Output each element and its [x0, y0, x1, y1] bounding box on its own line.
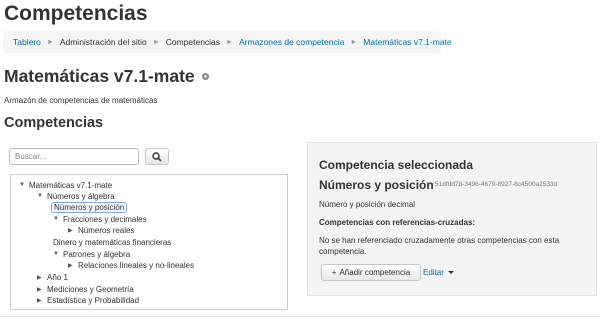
plus-icon: + [331, 268, 337, 277]
tree-node-ano-1[interactable]: ▶ Año 1 [37, 272, 68, 282]
add-competency-button[interactable]: + Añadir competencia [321, 264, 421, 281]
breadcrumb-separator: ► [350, 38, 358, 46]
panel-heading: Competencia seleccionada [319, 158, 474, 172]
competency-tree: ▼ Matemáticas v7.1-mate ▼ Números y álge… [10, 174, 288, 310]
expand-arrow-icon[interactable]: ▶ [37, 274, 47, 281]
expand-arrow-icon[interactable]: ▶ [68, 227, 78, 234]
tree-node-label: Estadística y Probabilidad [47, 295, 140, 305]
tree-node-label: Fracciones y decimales [63, 214, 147, 224]
competency-name: Números y posición [319, 178, 434, 192]
breadcrumb-item-tablero[interactable]: Tablero [13, 37, 41, 47]
selected-competency-panel: Competencia seleccionada Números y posic… [307, 142, 597, 296]
gear-icon[interactable] [201, 73, 209, 80]
tree-node-label: Mediciones y Geometría [47, 284, 134, 294]
collapse-arrow-icon[interactable]: ▼ [19, 182, 29, 188]
competencies-section-title: Competencias [4, 115, 104, 131]
tree-node-label: Matemáticas v7.1-mate [29, 180, 113, 190]
framework-title: Matemáticas v7.1-mate [4, 66, 209, 87]
tree-node-relaciones[interactable]: ▶ Relaciones lineales y no-lineales [68, 260, 194, 270]
search-button[interactable] [145, 148, 169, 165]
collapse-arrow-icon[interactable]: ▼ [53, 216, 63, 222]
tree-node-numeros-posicion[interactable]: Números y posición [51, 201, 128, 213]
edit-menu-label: Editar [423, 268, 444, 277]
breadcrumb-item-frameworks[interactable]: Armazones de competencia [239, 37, 344, 47]
framework-title-text: Matemáticas v7.1-mate [4, 66, 195, 86]
framework-description: Armazón de competencias de matemáticas [4, 96, 158, 105]
page-heading: Competencias [4, 2, 148, 25]
expand-arrow-icon[interactable]: ▶ [37, 297, 47, 304]
breadcrumb: Tablero ► Administración del sitio ► Com… [3, 31, 452, 53]
search-icon [152, 151, 162, 162]
tree-node-framework[interactable]: ▼ Matemáticas v7.1-mate [19, 180, 112, 190]
tree-node-label: Año 1 [47, 272, 68, 282]
tree-node-label: Patrones y álgebra [63, 249, 131, 259]
cross-references-heading: Competencias con referencias-cruzadas: [319, 218, 476, 227]
tree-node-label: Dinero y matemáticas financieras [53, 237, 172, 247]
tree-node-label: Relaciones lineales y no-lineales [78, 260, 195, 270]
breadcrumb-item-framework[interactable]: Matemáticas v7.1-mate [363, 37, 451, 47]
expand-arrow-icon[interactable]: ▶ [68, 262, 78, 269]
divider [0, 316, 600, 317]
breadcrumb-separator: ► [226, 38, 233, 46]
collapse-arrow-icon[interactable]: ▼ [37, 193, 47, 199]
collapse-arrow-icon[interactable]: ▼ [53, 251, 63, 257]
tree-node-dinero[interactable]: Dinero y matemáticas financieras [53, 237, 171, 247]
caret-down-icon [447, 271, 454, 274]
tree-node-estadistica[interactable]: ▶ Estadística y Probabilidad [37, 295, 139, 305]
cross-references-text: No se han referenciado cruzadamente otra… [319, 236, 560, 256]
tree-node-label: Números reales [78, 225, 135, 235]
tree-node-patrones-algebra[interactable]: ▼ Patrones y álgebra [53, 249, 130, 259]
breadcrumb-item-competencies: Competencias [165, 37, 221, 47]
tree-node-fracciones-decimales[interactable]: ▼ Fracciones y decimales [53, 214, 147, 224]
tree-node-numeros-reales[interactable]: ▶ Números reales [68, 225, 134, 235]
tree-node-label: Números y posición [51, 201, 128, 213]
search-input[interactable] [9, 148, 139, 165]
add-competency-label: Añadir competencia [339, 268, 411, 277]
tree-node-numeros-algebra[interactable]: ▼ Números y álgebra [37, 191, 115, 201]
tree-node-label: Números y álgebra [47, 191, 115, 201]
breadcrumb-item-site-admin: Administración del sitio [59, 37, 147, 47]
competency-description: Número y posición decimal [319, 200, 416, 209]
breadcrumb-separator: ► [46, 38, 54, 46]
breadcrumb-separator: ► [152, 38, 160, 46]
tree-node-mediciones[interactable]: ▶ Mediciones y Geometría [37, 284, 134, 294]
competency-idnumber: 51dfdd78-3496-4679-8927-8c4500a2533d [435, 181, 558, 188]
edit-menu[interactable]: Editar [423, 268, 454, 277]
expand-arrow-icon[interactable]: ▶ [37, 286, 47, 293]
